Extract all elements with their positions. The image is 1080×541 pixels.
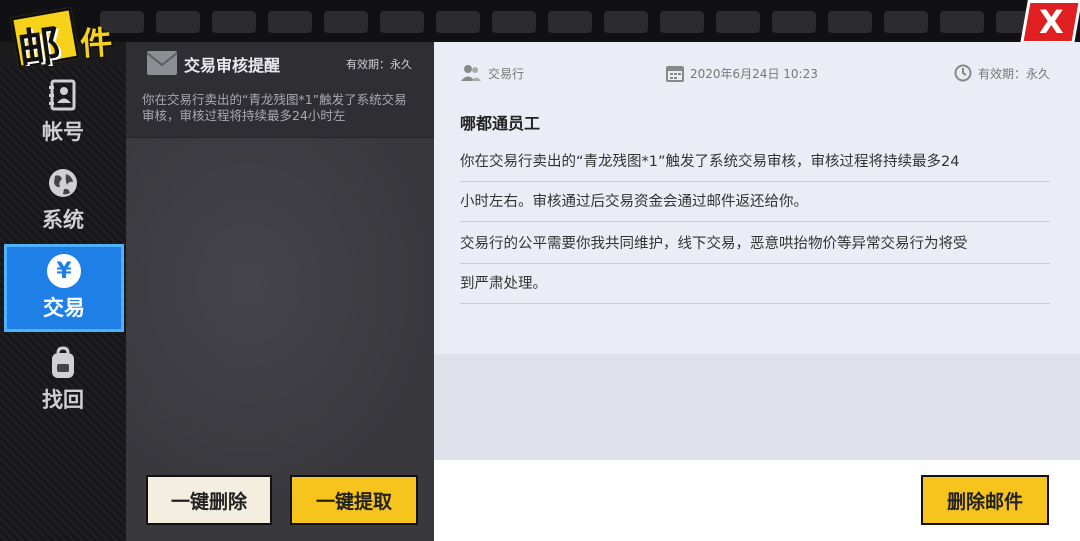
validity-text: 有效期：永久 [977,66,1050,81]
sender-name: 交易行 [488,66,525,81]
film-perforation [660,11,704,33]
clock-icon [954,64,972,82]
mail-sender: 交易行 [460,64,524,82]
top-bar [0,0,1080,42]
mail-list-panel: 交易审核提醒 有效期：永久 你在交易行卖出的“青龙残图*1”触发了系统交易审核，… [126,42,434,541]
mail-body-line: 到严肃处理。 [460,264,1050,304]
user-icon [460,64,482,82]
delete-all-button[interactable]: 一键删除 [146,475,272,525]
calendar-icon [666,64,684,82]
mail-greeting: 哪都通员工 [460,114,541,133]
film-perforation [940,11,984,33]
sidebar-item-label: 交易 [43,296,85,320]
film-perforation [492,11,536,33]
globe-icon [46,166,80,200]
sidebar-item-label: 帐号 [42,120,84,144]
film-perforation [436,11,480,33]
film-perforation [884,11,928,33]
mail-body-line: 你在交易行卖出的“青龙残图*1”触发了系统交易审核，审核过程将持续最多24 [460,142,1050,182]
mail-detail-panel: 交易行 2020年6月24日 10:23 有效期：永久 哪都通员工 你在交易行卖… [434,42,1080,460]
sidebar-item-recover[interactable]: 找回 [0,336,126,424]
film-perforation [324,11,368,33]
film-perforation [828,11,872,33]
sidebar-item-trade[interactable]: ¥ 交易 [4,244,124,332]
delete-mail-button[interactable]: 删除邮件 [921,475,1049,525]
mail-title: 邮 件 [6,4,136,75]
mail-date: 2020年6月24日 10:23 [666,64,818,82]
mail-subject: 交易审核提醒 [184,56,281,75]
close-button[interactable]: X [1020,0,1080,44]
detail-shade [434,354,1080,460]
film-perforation [212,11,256,33]
film-perforation [548,11,592,33]
sidebar-item-label: 找回 [42,388,84,412]
backpack-icon [46,346,80,380]
sidebar: 帐号 系统 ¥ 交易 找回 [0,66,126,541]
account-book-icon [46,78,80,112]
mail-body-line: 交易行的公平需要你我共同维护，线下交易，恶意哄抬物价等异常交易行为将受 [460,224,1050,264]
envelope-icon [146,50,178,76]
mail-validity: 有效期：永久 [346,58,412,71]
mail-preview: 你在交易行卖出的“青龙残图*1”触发了系统交易审核，审核过程将持续最多24小时左 [142,92,407,123]
film-perforation [268,11,312,33]
mail-body-line: 小时左右。审核通过后交易资金会通过邮件返还给你。 [460,182,1050,222]
film-perforation [716,11,760,33]
claim-all-button[interactable]: 一键提取 [290,475,418,525]
close-icon: X [1038,3,1064,41]
film-perforation [604,11,648,33]
sidebar-item-label: 系统 [42,208,84,232]
mail-list-item[interactable]: 交易审核提醒 有效期：永久 你在交易行卖出的“青龙残图*1”触发了系统交易审核，… [126,42,434,138]
film-perforation [156,11,200,33]
sidebar-item-account[interactable]: 帐号 [0,68,126,156]
title-char-2: 件 [78,22,114,64]
yen-icon: ¥ [47,254,81,288]
film-perforation [380,11,424,33]
detail-validity: 有效期：永久 [954,64,1050,82]
date-text: 2020年6月24日 10:23 [690,66,818,81]
sidebar-item-system[interactable]: 系统 [0,156,126,244]
character-background-art [126,138,434,502]
film-perforation [772,11,816,33]
